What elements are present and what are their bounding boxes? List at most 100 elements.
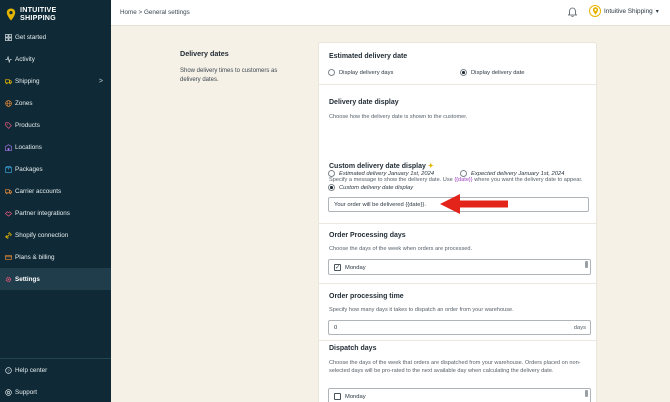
location-icon [5,143,12,151]
account-menu[interactable]: Intuitive Shipping ▾ [589,5,659,17]
sidebar-item-activity[interactable]: Activity [0,48,111,70]
divider [319,223,596,224]
breadcrumb[interactable]: Home > General settings [120,9,190,16]
dispatch-day-monday[interactable]: Monday [334,393,366,400]
divider [319,283,596,284]
sparkle-icon: ✦ [427,163,434,170]
sidebar-item-label: Help center [15,366,48,374]
sidebar-item-label: Partner integrations [15,209,70,217]
brand-name: INTUITIVE SHIPPING [20,6,57,21]
day-label: Monday [345,393,366,400]
custom-desc-before: Specify a message to show the delivery d… [329,177,455,183]
processing-time-input[interactable]: 0 days [328,320,591,335]
order-processing-time-heading: Order processing time [329,293,404,300]
custom-display-heading: Custom delivery date display ✦ [329,162,434,170]
sidebar-item-products[interactable]: Products [0,114,111,136]
link-icon [5,231,12,239]
bell-icon[interactable] [567,7,578,18]
processing-time-value: 0 [334,325,338,331]
annotation-arrow-icon [440,194,508,214]
sidebar-item-label: Plans & billing [15,253,55,261]
grid-icon [5,33,12,41]
sidebar-item-get-started[interactable]: Get started [0,26,111,48]
sidebar-item-label: Get started [15,33,47,41]
brand-logo[interactable]: INTUITIVE SHIPPING [0,0,111,28]
sidebar-item-label: Shipping [15,77,40,85]
sidebar-item-plans-billing[interactable]: Plans & billing [0,246,111,268]
delivery-date-display-heading: Delivery date display [329,99,399,106]
sidebar-item-label: Support [15,388,38,396]
checkbox-checked[interactable]: ✓ [334,264,341,271]
sidebar-item-label: Locations [15,143,42,151]
sidebar-item-label: Activity [15,55,35,63]
radio-indicator [460,69,467,76]
sidebar-nav: Get started Activity Shipping > Zones Pr… [0,26,111,290]
sidebar-item-label: Carrier accounts [15,187,62,195]
checkbox-unchecked[interactable] [334,393,341,400]
divider [319,340,596,341]
radio-indicator [328,69,335,76]
scrollbar[interactable] [585,261,588,268]
sidebar-bottom-nav: ? Help center Support [0,358,111,402]
sidebar-item-label: Products [15,121,40,129]
sidebar-item-label: Packages [15,165,43,173]
settings-card: Estimated delivery date Display delivery… [318,42,597,402]
section-description: Show delivery times to customers as deli… [180,68,278,83]
radio-indicator [328,184,335,191]
radio-display-delivery-date[interactable]: Display delivery date [460,69,525,76]
order-processing-days-description: Choose the days of the week when orders … [329,246,473,252]
truck-icon [5,78,12,85]
sidebar-item-carrier-accounts[interactable]: Carrier accounts [0,180,111,202]
order-processing-days-heading: Order Processing days [329,232,406,239]
location-pin-icon [6,8,16,20]
dispatch-days-description: Choose the days of the week that orders … [329,360,581,375]
radio-display-delivery-days[interactable]: Display delivery days [328,69,393,76]
svg-text:?: ? [7,367,10,372]
radio-custom-delivery-display[interactable]: Custom delivery date display [328,184,413,191]
delivery-date-display-description: Choose how the delivery date is shown to… [329,114,468,120]
date-variable: {{date}} [454,177,473,183]
carrier-icon [5,188,12,195]
account-name: Intuitive Shipping [604,7,653,15]
day-label: Monday [345,264,366,271]
days-suffix: days [573,325,586,331]
processing-days-list[interactable]: ✓ Monday [328,259,591,275]
avatar [589,5,601,17]
sidebar-item-label: Settings [15,275,40,283]
scrollbar[interactable] [585,390,588,397]
sidebar-item-settings[interactable]: Settings [0,268,111,290]
sidebar: INTUITIVE SHIPPING Get started Activity … [0,0,111,402]
sidebar-item-shopify-connection[interactable]: Shopify connection [0,224,111,246]
custom-display-description: Specify a message to show the delivery d… [329,176,591,184]
sidebar-item-help-center[interactable]: ? Help center [0,359,111,381]
sidebar-item-locations[interactable]: Locations [0,136,111,158]
sidebar-item-label: Shopify connection [15,231,69,239]
package-icon [5,165,12,173]
chevron-down-icon: ▾ [655,8,659,15]
radio-label: Custom delivery date display [339,184,414,191]
sidebar-item-support[interactable]: Support [0,381,111,402]
radio-label: Display delivery days [339,69,394,76]
dispatch-days-heading: Dispatch days [329,345,377,352]
dispatch-days-list[interactable]: Monday [328,388,591,402]
order-processing-time-description: Specify how many days it takes to dispat… [329,307,514,313]
chevron-right-icon: > [98,77,103,85]
section-title: Delivery dates [180,49,229,58]
activity-icon [5,55,12,63]
help-icon: ? [5,366,12,374]
estimated-delivery-section: Estimated delivery date Display delivery… [319,43,596,85]
billing-icon [5,254,12,261]
custom-display-heading-text: Custom delivery date display [329,163,426,170]
custom-desc-after: where you want the delivery date to appe… [472,177,583,183]
brand-line2: SHIPPING [20,13,56,22]
top-bar: Home > General settings Intuitive Shippi… [111,0,670,26]
support-icon [5,388,12,396]
sidebar-item-partner-integrations[interactable]: Partner integrations [0,202,111,224]
radio-label: Display delivery date [471,69,525,76]
processing-day-monday[interactable]: ✓ Monday [334,264,366,271]
globe-icon [5,99,12,107]
sidebar-item-zones[interactable]: Zones [0,92,111,114]
sidebar-item-shipping[interactable]: Shipping > [0,70,111,92]
sidebar-item-packages[interactable]: Packages [0,158,111,180]
sidebar-item-label: Zones [15,99,33,107]
